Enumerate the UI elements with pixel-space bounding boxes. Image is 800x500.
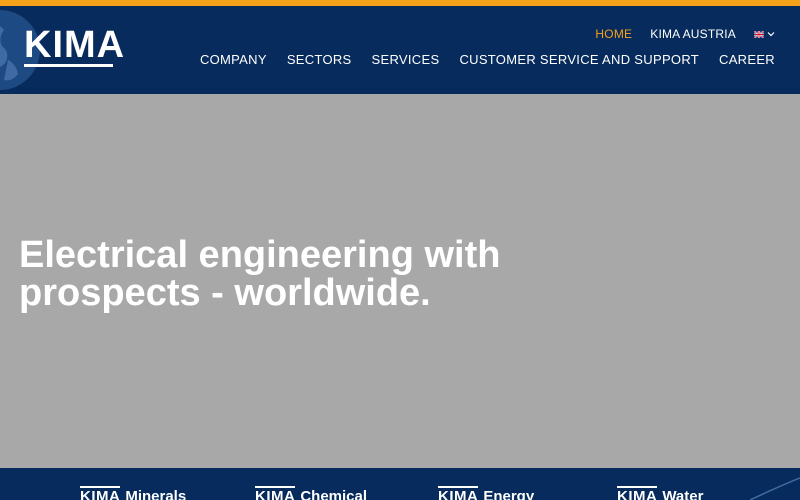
logo-underline — [24, 64, 113, 67]
decorative-swoosh — [749, 477, 800, 500]
sector-link-energy[interactable]: KIMA Energy — [438, 486, 535, 500]
sector-logo: KIMA — [255, 486, 296, 500]
nav-services-link[interactable]: SERVICES — [372, 52, 440, 67]
main-nav: COMPANY SECTORS SERVICES CUSTOMER SERVIC… — [200, 52, 775, 67]
hero-title: Electrical engineering with prospects - … — [19, 234, 501, 314]
site-header: KIMA HOME KIMA AUSTRIA COMPANY SECTORS S… — [0, 6, 800, 94]
sector-name: Energy — [483, 488, 535, 500]
nav-company-link[interactable]: COMPANY — [200, 52, 267, 67]
hero-banner: Electrical engineering with prospects - … — [0, 94, 800, 468]
language-switcher[interactable] — [754, 30, 775, 38]
sector-logo: KIMA — [438, 486, 479, 500]
utility-nav: HOME KIMA AUSTRIA — [595, 27, 775, 41]
sector-name: Chemical — [300, 488, 368, 500]
sector-logo: KIMA — [80, 486, 121, 500]
nav-kima-austria-link[interactable]: KIMA AUSTRIA — [650, 27, 736, 41]
uk-flag-icon — [754, 30, 764, 38]
nav-sectors-link[interactable]: SECTORS — [287, 52, 352, 67]
nav-support-link[interactable]: CUSTOMER SERVICE AND SUPPORT — [459, 52, 699, 67]
nav-career-link[interactable]: CAREER — [719, 52, 775, 67]
sector-strip: KIMA Minerals KIMA Chemical KIMA Energy … — [0, 468, 800, 500]
site-logo[interactable]: KIMA — [24, 26, 124, 70]
logo-wordmark: KIMA — [24, 24, 126, 66]
sector-link-water[interactable]: KIMA Water — [617, 486, 704, 500]
sector-name: Minerals — [125, 488, 187, 500]
sector-link-chemical[interactable]: KIMA Chemical — [255, 486, 368, 500]
sector-logo: KIMA — [617, 486, 658, 500]
chevron-down-icon — [767, 32, 775, 37]
sector-link-minerals[interactable]: KIMA Minerals — [80, 486, 187, 500]
nav-home-link[interactable]: HOME — [595, 27, 632, 41]
sector-name: Water — [662, 488, 704, 500]
